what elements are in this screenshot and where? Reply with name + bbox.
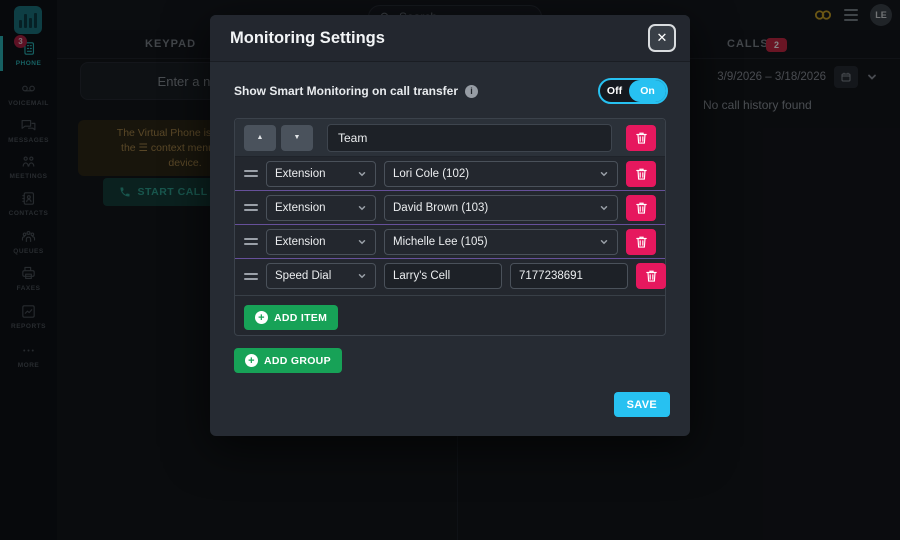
- save-label: SAVE: [626, 398, 657, 411]
- trash-icon: [635, 236, 647, 248]
- chevron-down-icon: [358, 274, 366, 279]
- row-target-value: Michelle Lee (105): [393, 235, 488, 248]
- delete-row-button[interactable]: [626, 160, 656, 187]
- smart-monitoring-label: Show Smart Monitoring on call transfer: [234, 84, 459, 98]
- monitoring-row: Extension David Brown (103): [235, 191, 665, 225]
- close-button[interactable]: ✕: [648, 24, 676, 52]
- row-target-value: Lori Cole (102): [393, 167, 470, 180]
- monitoring-settings-modal: Monitoring Settings ✕ Show Smart Monitor…: [210, 15, 690, 436]
- app-window: Search LE 3 PHONE VOICEMAIL MESSAGES: [0, 0, 900, 540]
- drag-handle-icon[interactable]: [244, 204, 258, 211]
- chevron-down-icon: [600, 205, 608, 210]
- row-type-value: Extension: [275, 167, 326, 180]
- delete-row-button[interactable]: [626, 228, 656, 255]
- chevron-down-icon: [600, 239, 608, 244]
- row-type-select[interactable]: Extension: [266, 228, 376, 255]
- delete-row-button[interactable]: [636, 263, 666, 289]
- delete-row-button[interactable]: [626, 194, 656, 221]
- plus-circle-icon: +: [255, 311, 268, 324]
- speed-dial-name-input[interactable]: [384, 263, 502, 289]
- row-type-select[interactable]: Extension: [266, 160, 376, 187]
- speed-dial-number-input[interactable]: [510, 263, 628, 289]
- trash-icon: [635, 202, 647, 214]
- add-item-row: + ADD ITEM: [235, 296, 665, 339]
- group-name-input[interactable]: [327, 123, 612, 152]
- move-group-down-button[interactable]: ▼: [281, 124, 313, 151]
- close-icon: ✕: [656, 30, 668, 45]
- group-header: ▲ ▼: [235, 119, 665, 157]
- drag-handle-icon[interactable]: [244, 272, 258, 280]
- trash-icon: [635, 168, 647, 180]
- chevron-down-icon: [358, 205, 366, 210]
- drag-handle-icon[interactable]: [244, 238, 258, 245]
- save-button[interactable]: SAVE: [613, 392, 670, 417]
- chevron-down-icon: [358, 239, 366, 244]
- smart-monitoring-toggle[interactable]: Off On: [598, 78, 668, 104]
- toggle-on-label[interactable]: On: [629, 80, 666, 102]
- monitoring-row: Extension Lori Cole (102): [235, 157, 665, 191]
- modal-header: Monitoring Settings: [210, 15, 690, 62]
- add-item-label: ADD ITEM: [274, 311, 328, 324]
- chevron-down-icon: [600, 171, 608, 176]
- chevron-down-icon: [358, 171, 366, 176]
- delete-group-button[interactable]: [626, 124, 656, 151]
- smart-monitoring-row: Show Smart Monitoring on call transfer i…: [234, 77, 668, 105]
- add-group-button[interactable]: + ADD GROUP: [234, 348, 342, 373]
- info-icon[interactable]: i: [465, 84, 479, 98]
- row-target-select[interactable]: Lori Cole (102): [384, 160, 618, 187]
- move-group-up-button[interactable]: ▲: [244, 124, 276, 151]
- modal-title: Monitoring Settings: [230, 28, 385, 47]
- row-type-select[interactable]: Speed Dial: [266, 263, 376, 289]
- row-type-value: Extension: [275, 201, 326, 214]
- row-type-select[interactable]: Extension: [266, 194, 376, 221]
- row-type-value: Speed Dial: [275, 270, 332, 282]
- row-target-value: David Brown (103): [393, 201, 489, 214]
- row-target-select[interactable]: Michelle Lee (105): [384, 228, 618, 255]
- monitoring-row: Extension Michelle Lee (105): [235, 225, 665, 259]
- plus-circle-icon: +: [245, 354, 258, 367]
- row-target-select[interactable]: David Brown (103): [384, 194, 618, 221]
- add-item-button[interactable]: + ADD ITEM: [244, 305, 339, 330]
- drag-handle-icon[interactable]: [244, 170, 258, 177]
- add-group-label: ADD GROUP: [264, 354, 331, 367]
- row-type-value: Extension: [275, 235, 326, 248]
- trash-icon: [635, 132, 647, 144]
- trash-icon: [645, 270, 657, 282]
- toggle-off-label[interactable]: Off: [600, 80, 629, 102]
- monitoring-row: Speed Dial: [235, 259, 666, 293]
- monitoring-group: ▲ ▼ Extension Lori Cole (102): [234, 118, 666, 336]
